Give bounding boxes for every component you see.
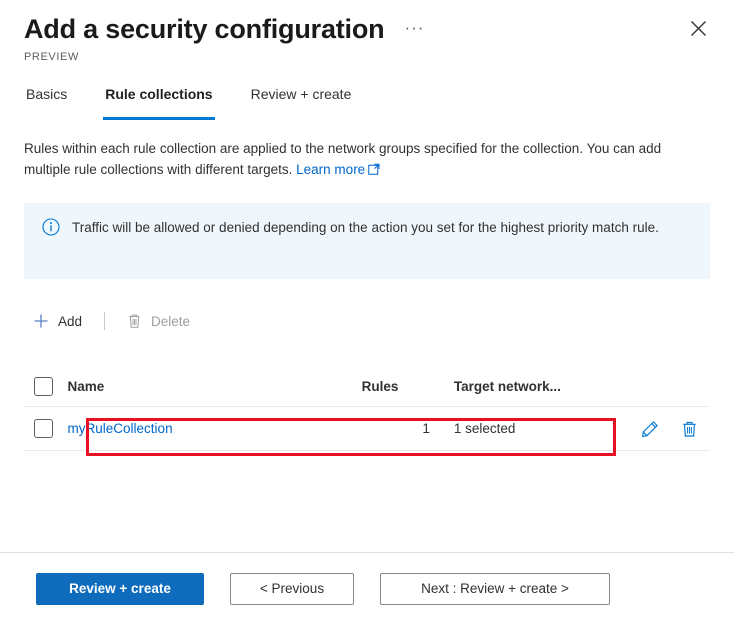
column-header-target-network[interactable]: Target network... bbox=[453, 369, 611, 407]
close-button[interactable] bbox=[684, 14, 712, 42]
plus-icon bbox=[32, 312, 50, 330]
table-header-row: Name Rules Target network... bbox=[24, 369, 710, 407]
add-button-label: Add bbox=[58, 313, 83, 329]
delete-row-trash-icon[interactable] bbox=[681, 420, 698, 438]
learn-more-label: Learn more bbox=[296, 162, 366, 177]
footer-actions: Review + create < Previous Next : Review… bbox=[0, 553, 734, 624]
title-row: Add a security configuration ··· bbox=[24, 12, 710, 46]
delete-button[interactable]: Delete bbox=[117, 306, 200, 336]
row-name-cell: myRuleCollection bbox=[67, 406, 362, 451]
blade-header: Add a security configuration ··· PREVIEW bbox=[0, 0, 734, 72]
edit-pencil-icon[interactable] bbox=[641, 420, 659, 438]
learn-more-link[interactable]: Learn more bbox=[296, 162, 380, 177]
column-header-actions bbox=[610, 369, 710, 407]
description-text: Rules within each rule collection are ap… bbox=[0, 138, 734, 181]
preview-badge: PREVIEW bbox=[24, 51, 79, 63]
next-button[interactable]: Next : Review + create > bbox=[380, 572, 610, 605]
select-all-header bbox=[24, 369, 68, 407]
row-select-cell bbox=[24, 406, 68, 451]
column-header-rules[interactable]: Rules bbox=[361, 369, 454, 407]
info-banner-text: Traffic will be allowed or denied depend… bbox=[72, 220, 659, 235]
tab-rule-collections[interactable]: Rule collections bbox=[103, 86, 215, 120]
command-separator bbox=[104, 312, 106, 330]
rule-collections-table-wrapper: Name Rules Target network... myRuleColle… bbox=[24, 369, 710, 456]
info-circle-icon bbox=[42, 218, 60, 241]
tab-bar: Basics Rule collections Review + create bbox=[0, 86, 734, 120]
add-button[interactable]: Add bbox=[24, 306, 92, 336]
row-checkbox[interactable] bbox=[34, 419, 53, 438]
more-options-icon[interactable]: ··· bbox=[404, 19, 424, 36]
row-rules-count: 1 bbox=[361, 406, 454, 451]
row-target-networks: 1 selected bbox=[453, 406, 611, 451]
command-bar: Add Delete bbox=[0, 303, 734, 339]
review-create-button[interactable]: Review + create bbox=[36, 572, 204, 605]
close-icon bbox=[690, 20, 707, 37]
delete-button-label: Delete bbox=[151, 313, 191, 329]
column-header-name[interactable]: Name bbox=[67, 369, 362, 407]
row-action-icons bbox=[611, 420, 710, 438]
table-row[interactable]: myRuleCollection 1 1 selected bbox=[24, 406, 710, 451]
rule-collections-table: Name Rules Target network... myRuleColle… bbox=[24, 369, 710, 451]
tab-review-create[interactable]: Review + create bbox=[249, 86, 354, 120]
external-link-icon bbox=[368, 160, 380, 181]
previous-button[interactable]: < Previous bbox=[230, 572, 354, 605]
select-all-checkbox[interactable] bbox=[34, 377, 53, 396]
rule-collection-link[interactable]: myRuleCollection bbox=[68, 421, 173, 436]
row-actions-cell bbox=[610, 406, 710, 451]
page-title: Add a security configuration bbox=[24, 14, 385, 44]
trash-icon bbox=[125, 312, 143, 330]
info-banner: Traffic will be allowed or denied depend… bbox=[24, 203, 710, 279]
tab-basics[interactable]: Basics bbox=[24, 86, 69, 120]
